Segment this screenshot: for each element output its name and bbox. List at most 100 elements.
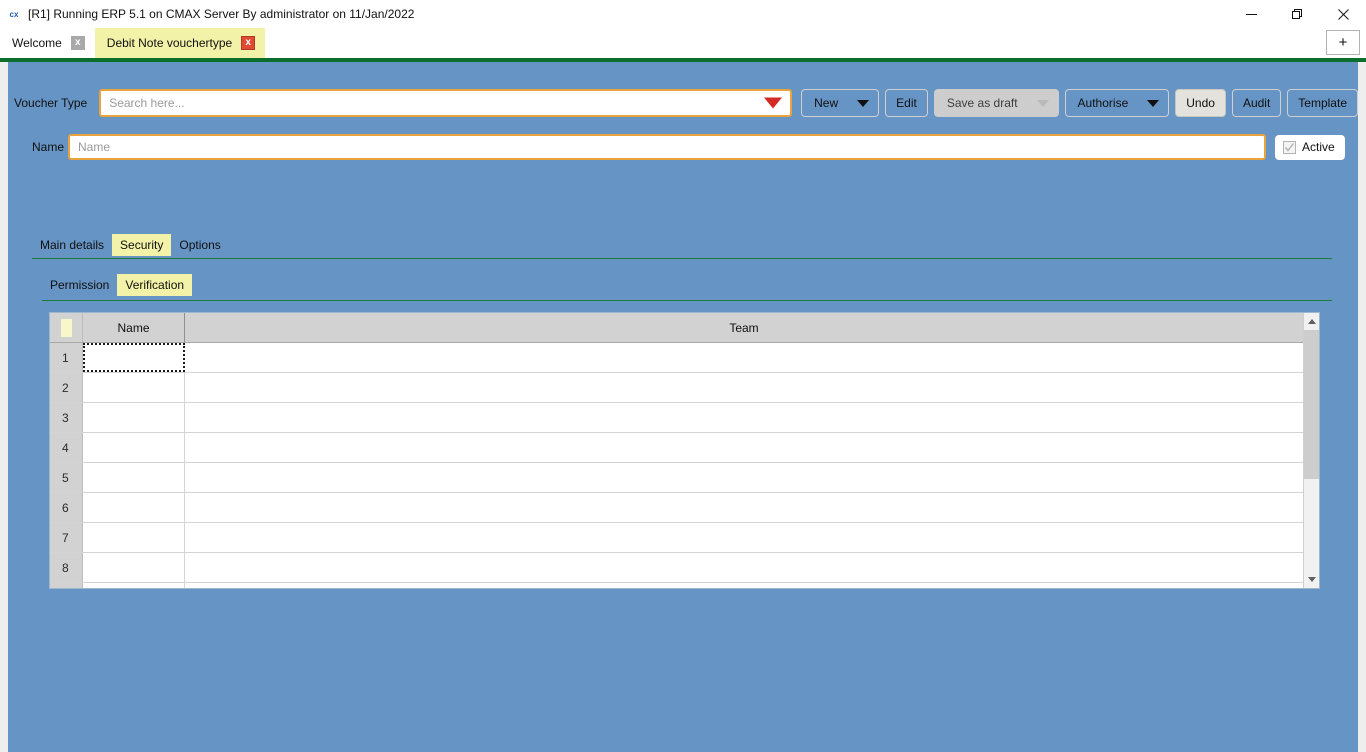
voucher-type-dropdown-icon[interactable] <box>764 97 783 109</box>
table-row[interactable]: 5 <box>50 463 1303 493</box>
name-label: Name <box>32 140 65 154</box>
cell-name[interactable] <box>83 403 185 432</box>
row-number: 6 <box>50 493 83 522</box>
tab-welcome[interactable]: Welcome x <box>0 28 95 58</box>
cell-name[interactable] <box>83 433 185 462</box>
voucher-type-search-placeholder: Search here... <box>109 96 185 110</box>
save-as-draft-button-label: Save as draft <box>946 96 1018 110</box>
window-titlebar: cx [R1] Running ERP 5.1 on CMAX Server B… <box>0 0 1366 28</box>
undo-button[interactable]: Undo <box>1175 89 1226 117</box>
grid-header-row: Name Team <box>50 313 1303 343</box>
voucher-type-row: Voucher Type Search here... New Edit Sav… <box>8 86 1358 120</box>
new-button-label: New <box>814 96 839 110</box>
cell-team[interactable] <box>185 583 1303 588</box>
tab-permission[interactable]: Permission <box>42 274 117 296</box>
template-button[interactable]: Template <box>1287 89 1358 117</box>
cell-team[interactable] <box>185 343 1303 372</box>
cell-name[interactable] <box>83 493 185 522</box>
grid-select-all-cell[interactable] <box>50 313 83 342</box>
scroll-down-button[interactable] <box>1304 571 1319 588</box>
save-as-draft-button-dropdown[interactable] <box>1028 90 1058 116</box>
cell-name[interactable] <box>83 463 185 492</box>
cell-team[interactable] <box>185 523 1303 552</box>
edit-button[interactable]: Edit <box>885 89 928 117</box>
secondary-tabs-underline <box>42 300 1332 301</box>
tab-security[interactable]: Security <box>112 234 172 256</box>
cell-team[interactable] <box>185 553 1303 582</box>
grid-header-team[interactable]: Team <box>185 313 1303 342</box>
scrollbar-thumb[interactable] <box>1304 330 1319 480</box>
table-row[interactable]: 4 <box>50 433 1303 463</box>
cell-name[interactable] <box>83 553 185 582</box>
form-tabs-primary: Main details Security Options <box>32 234 229 256</box>
cell-team[interactable] <box>185 463 1303 492</box>
primary-tabs-underline <box>32 258 1332 259</box>
cell-team[interactable] <box>185 433 1303 462</box>
new-button-dropdown[interactable] <box>848 90 878 116</box>
form-tabs-secondary: Permission Verification <box>42 274 193 296</box>
tab-main-details[interactable]: Main details <box>32 234 112 256</box>
table-row[interactable]: 6 <box>50 493 1303 523</box>
window-title: [R1] Running ERP 5.1 on CMAX Server By a… <box>28 7 415 21</box>
table-row[interactable]: 7 <box>50 523 1303 553</box>
authorise-button[interactable]: Authorise <box>1064 89 1170 117</box>
voucher-type-search-input[interactable]: Search here... <box>99 89 793 117</box>
document-tabstrip: Welcome x Debit Note vouchertype x + <box>0 28 1366 58</box>
name-row: Name Name Active <box>8 132 1358 162</box>
table-row[interactable]: 2 <box>50 373 1303 403</box>
action-toolbar: New Edit Save as draft Authorise Undo Au… <box>801 89 1358 117</box>
cell-name[interactable] <box>83 583 185 588</box>
tab-options[interactable]: Options <box>171 234 228 256</box>
window-controls <box>1228 0 1366 28</box>
voucher-type-label: Voucher Type <box>14 96 88 110</box>
name-input[interactable]: Name <box>68 134 1266 160</box>
row-number: 8 <box>50 553 83 582</box>
table-row[interactable]: 1 <box>50 343 1303 373</box>
minimize-icon[interactable] <box>1228 0 1274 28</box>
chevron-down-icon <box>1307 577 1316 582</box>
tab-verification[interactable]: Verification <box>117 274 193 296</box>
cell-team[interactable] <box>185 493 1303 522</box>
tab-debit-note-vouchertype[interactable]: Debit Note vouchertype x <box>94 28 266 58</box>
grid-corner-marker-icon <box>60 318 72 337</box>
cell-name[interactable] <box>83 343 185 372</box>
scrollbar-track[interactable] <box>1304 330 1319 571</box>
table-row[interactable]: 9 <box>50 583 1303 588</box>
name-input-placeholder: Name <box>78 140 111 154</box>
cell-team[interactable] <box>185 373 1303 402</box>
cell-name[interactable] <box>83 523 185 552</box>
row-number: 2 <box>50 373 83 402</box>
save-as-draft-button[interactable]: Save as draft <box>933 89 1059 117</box>
active-checkbox-label: Active <box>1302 140 1335 154</box>
active-checkbox-group[interactable]: Active <box>1275 134 1345 160</box>
tab-debit-note-vouchertype-label: Debit Note vouchertype <box>106 36 233 50</box>
form-panel: Voucher Type Search here... New Edit Sav… <box>0 62 1366 752</box>
verification-grid-main: Name Team 1 2 3 4 5 6 7 8 <box>50 313 1303 588</box>
restore-icon[interactable] <box>1274 0 1320 28</box>
chevron-up-icon <box>1307 319 1316 324</box>
grid-header-name[interactable]: Name <box>83 313 185 342</box>
row-number: 1 <box>50 343 83 372</box>
close-icon[interactable] <box>1320 0 1366 28</box>
active-checkbox[interactable] <box>1283 140 1296 154</box>
chevron-down-icon <box>1036 99 1049 107</box>
grid-vertical-scrollbar[interactable] <box>1303 313 1319 588</box>
new-button[interactable]: New <box>801 89 880 117</box>
chevron-down-icon <box>857 99 870 107</box>
authorise-button-dropdown[interactable] <box>1138 90 1168 116</box>
grid-body: 1 2 3 4 5 6 7 8 <box>50 343 1303 588</box>
cell-team[interactable] <box>185 403 1303 432</box>
tab-debit-note-vouchertype-close-icon[interactable]: x <box>241 36 256 50</box>
table-row[interactable]: 8 <box>50 553 1303 583</box>
audit-button[interactable]: Audit <box>1231 89 1282 117</box>
row-number: 9 <box>50 583 83 588</box>
table-row[interactable]: 3 <box>50 403 1303 433</box>
scroll-up-button[interactable] <box>1304 313 1319 330</box>
cell-name[interactable] <box>83 373 185 402</box>
tab-welcome-close-icon[interactable]: x <box>70 36 85 50</box>
new-tab-button[interactable]: + <box>1326 30 1360 55</box>
row-number: 4 <box>50 433 83 462</box>
verification-grid: Name Team 1 2 3 4 5 6 7 8 <box>49 312 1320 589</box>
new-tab-wrapper: + <box>1326 30 1360 55</box>
row-number: 5 <box>50 463 83 492</box>
